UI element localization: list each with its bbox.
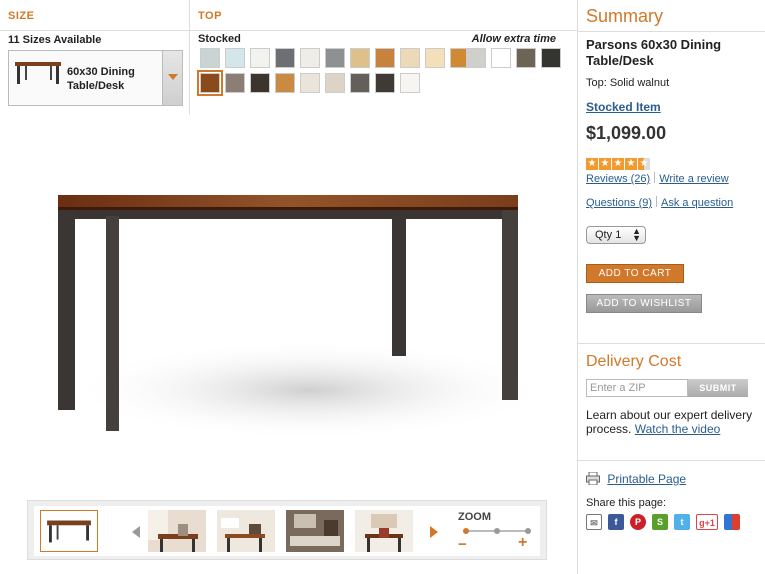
thumbnail-1[interactable] — [40, 510, 98, 552]
top-swatch[interactable] — [541, 48, 561, 68]
zoom-out-button[interactable]: − — [458, 536, 467, 553]
reviews-link[interactable]: Reviews (26) — [586, 173, 650, 185]
top-swatch[interactable] — [300, 48, 320, 68]
product-price: $1,099.00 — [586, 123, 667, 143]
top-swatch[interactable] — [200, 48, 220, 68]
thumbnail-strip: ZOOM − + — [27, 500, 547, 560]
star-rating: ★ ★ ★ ★ ★ — [586, 153, 651, 170]
top-swatch[interactable] — [400, 48, 420, 68]
stumbleupon-icon[interactable]: S — [652, 514, 668, 530]
top-swatch[interactable] — [350, 73, 370, 93]
thumbnail-track: ZOOM − + — [34, 506, 540, 556]
divider — [656, 196, 658, 207]
printer-icon — [586, 471, 600, 486]
zoom-label: ZOOM — [458, 511, 491, 523]
divider — [578, 31, 765, 32]
top-swatch[interactable] — [275, 73, 295, 93]
top-info: Top: Solid walnut — [586, 77, 670, 89]
zoom-handle[interactable] — [463, 528, 469, 534]
share-label: Share this page: — [586, 497, 667, 509]
reviews-row: Reviews (26) Write a review — [586, 172, 729, 185]
top-swatch[interactable] — [400, 73, 420, 93]
zip-input[interactable] — [586, 379, 688, 397]
top-heading: TOP — [190, 0, 577, 31]
thumbnail-4[interactable] — [286, 510, 344, 552]
size-thumbnail — [15, 62, 61, 84]
top-swatch[interactable] — [225, 48, 245, 68]
top-swatch[interactable] — [250, 73, 270, 93]
zoom-stop — [494, 528, 500, 534]
top-swatch[interactable] — [516, 48, 536, 68]
previous-arrow-icon[interactable] — [132, 526, 140, 538]
top-swatch[interactable] — [491, 48, 511, 68]
star-icon: ★ — [586, 158, 598, 170]
stocked-label: Stocked — [198, 33, 241, 45]
top-swatch[interactable] — [375, 73, 395, 93]
thumbnail-2[interactable] — [148, 510, 206, 552]
top-swatch[interactable] — [350, 48, 370, 68]
updown-arrow-icon: ▲ ▼ — [632, 226, 641, 243]
pinterest-icon[interactable]: P — [630, 514, 646, 530]
size-panel: SIZE 11 Sizes Available 60x30 Dining Tab… — [0, 0, 190, 114]
delivery-heading: Delivery Cost — [586, 353, 682, 370]
top-swatch[interactable] — [225, 73, 245, 93]
divider — [578, 460, 765, 461]
top-swatch[interactable] — [197, 70, 223, 96]
thumbnail-5[interactable] — [355, 510, 413, 552]
star-icon: ★ — [612, 158, 624, 170]
questions-link[interactable]: Questions (9) — [586, 197, 652, 209]
top-swatch[interactable] — [300, 73, 320, 93]
submit-button[interactable]: SUBMIT — [688, 379, 748, 397]
add-to-wishlist-button[interactable]: ADD TO WISHLIST — [586, 294, 702, 313]
chevron-down-icon[interactable] — [162, 51, 182, 105]
size-heading: SIZE — [0, 0, 189, 31]
half-star-icon: ★ — [638, 158, 650, 170]
social-icons: ✉ f P St g+1 — [586, 514, 746, 532]
add-to-cart-button[interactable]: ADD TO CART — [586, 264, 684, 283]
divider — [654, 172, 656, 183]
top-swatch[interactable] — [325, 73, 345, 93]
top-swatch[interactable] — [325, 48, 345, 68]
star-icon: ★ — [599, 158, 611, 170]
top-swatch[interactable] — [425, 48, 445, 68]
extra-time-label: Allow extra time — [471, 33, 556, 45]
zoom-in-button[interactable]: + — [518, 534, 527, 552]
top-swatch[interactable] — [466, 48, 486, 68]
delicious-icon[interactable] — [724, 514, 740, 530]
quantity-select[interactable]: Qty 1 ▲ ▼ — [586, 226, 646, 244]
stocked-item-link[interactable]: Stocked Item — [586, 100, 661, 114]
summary-sidebar: Summary Parsons 60x30 Dining Table/Desk … — [577, 0, 765, 574]
top-swatch[interactable] — [375, 48, 395, 68]
qty-value: 1 — [615, 229, 622, 241]
questions-row: Questions (9) Ask a question — [586, 196, 733, 209]
mail-icon[interactable]: ✉ — [586, 514, 602, 530]
twitter-icon[interactable]: t — [674, 514, 690, 530]
google-plus-icon[interactable]: g+1 — [696, 514, 718, 530]
product-image — [58, 195, 540, 440]
printable-page-link[interactable]: Printable Page — [607, 472, 686, 486]
top-panel: TOP Stocked Allow extra time — [190, 0, 577, 114]
star-icon: ★ — [625, 158, 637, 170]
thumbnail-3[interactable] — [217, 510, 275, 552]
next-arrow-icon[interactable] — [430, 526, 438, 538]
ask-question-link[interactable]: Ask a question — [661, 197, 733, 209]
size-dropdown[interactable]: 60x30 Dining Table/Desk — [8, 50, 183, 106]
size-selected-label: 60x30 Dining Table/Desk — [67, 66, 135, 92]
size-count: 11 Sizes Available — [8, 34, 102, 46]
delivery-info: Learn about our expert delivery process.… — [586, 408, 756, 436]
qty-label: Qty — [595, 229, 613, 241]
facebook-icon[interactable]: f — [608, 514, 624, 530]
printable-row: Printable Page — [586, 471, 686, 486]
watch-video-link[interactable]: Watch the video — [635, 422, 721, 436]
write-review-link[interactable]: Write a review — [659, 173, 728, 185]
top-swatch[interactable] — [250, 48, 270, 68]
divider — [578, 343, 765, 344]
product-title: Parsons 60x30 Dining Table/Desk — [586, 37, 722, 68]
zoom-slider[interactable] — [463, 528, 531, 534]
summary-heading: Summary — [586, 6, 664, 26]
top-swatch[interactable] — [275, 48, 295, 68]
